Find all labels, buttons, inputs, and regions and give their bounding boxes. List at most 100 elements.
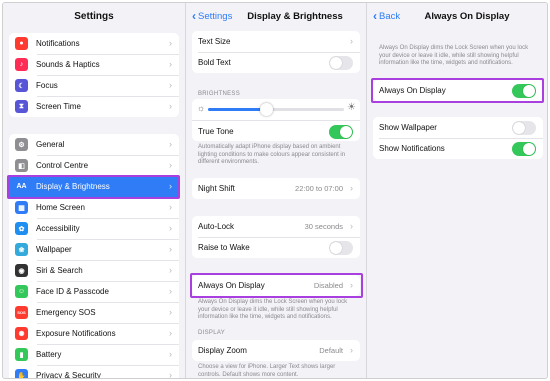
chevron-right-icon: › [350, 183, 353, 193]
always-on-row[interactable]: Always On Display Disabled › [192, 275, 360, 296]
sidebar-title: Settings [74, 11, 114, 22]
sidebar-item-control-centre[interactable]: ◧ Control Centre › [9, 155, 179, 176]
chevron-right-icon: › [350, 221, 353, 231]
display-header: DISPLAY [198, 330, 225, 336]
night-shift-group: Night Shift 22:00 to 07:00 › [192, 178, 360, 199]
aod-toggle-label: Always On Display [379, 86, 446, 95]
sidebar-item-wallpaper[interactable]: ❀ Wallpaper › [9, 239, 179, 260]
sidebar-item-notifications[interactable]: ● Notifications › [9, 33, 179, 54]
moon-icon: ☾ [15, 79, 28, 92]
chevron-left-icon: ‹ [373, 9, 377, 23]
sidebar-item-emergency-sos[interactable]: SOS Emergency SOS › [9, 302, 179, 323]
sidebar-item-label: Wallpaper [36, 245, 72, 254]
display-nav-bar: ‹ Settings Display & Brightness [186, 10, 366, 25]
chevron-right-icon: › [169, 244, 172, 254]
chevron-right-icon: › [169, 286, 172, 296]
sidebar-item-label: Face ID & Passcode [36, 287, 109, 296]
sidebar-item-label: Exposure Notifications [36, 329, 116, 338]
sidebar-item-label: Display & Brightness [36, 182, 110, 191]
aod-nav-bar: ‹ Back Always On Display [367, 9, 547, 25]
chevron-right-icon: › [169, 370, 172, 378]
exposure-icon: ✺ [15, 327, 28, 340]
sidebar-item-exposure-notifications[interactable]: ✺ Exposure Notifications › [9, 323, 179, 344]
night-shift-row[interactable]: Night Shift 22:00 to 07:00 › [192, 178, 360, 199]
auto-lock-value: 30 seconds [304, 222, 343, 231]
sidebar-item-label: Sounds & Haptics [36, 60, 100, 69]
raise-to-wake-row: Raise to Wake [192, 237, 360, 258]
bold-text-row: Bold Text [192, 52, 360, 73]
brightness-slider-row: ☼ ☀ [192, 99, 360, 120]
text-size-row[interactable]: Text Size › [192, 31, 360, 52]
night-shift-value: 22:00 to 07:00 [295, 184, 343, 193]
sidebar-item-home-screen[interactable]: ▦ Home Screen › [9, 197, 179, 218]
chevron-right-icon: › [169, 139, 172, 149]
sidebar-group-top: ● Notifications › ♪ Sounds & Haptics › ☾ Focus ›… [9, 33, 179, 117]
display-zoom-value: Default [319, 346, 343, 355]
true-tone-note: Automatically adapt iPhone display based… [198, 144, 346, 165]
show-wallpaper-row: Show Wallpaper [373, 117, 543, 138]
flower-icon: ❀ [15, 243, 28, 256]
always-on-group: Always On Display Disabled › [192, 275, 360, 296]
chevron-right-icon: › [169, 38, 172, 48]
text-group: Text Size › Bold Text [192, 31, 360, 73]
sidebar-item-general[interactable]: ⚙ General › [9, 134, 179, 155]
gear-icon: ⚙ [15, 138, 28, 151]
sidebar-item-focus[interactable]: ☾ Focus › [9, 75, 179, 96]
accessibility-icon: ✿ [15, 222, 28, 235]
sun-small-icon: ☼ [197, 103, 206, 113]
aod-toggle-row: Always On Display [373, 80, 543, 101]
show-wallpaper-toggle[interactable] [512, 121, 536, 135]
chevron-right-icon: › [169, 101, 172, 111]
sidebar-item-label: Notifications [36, 39, 80, 48]
raise-to-wake-toggle[interactable] [329, 241, 353, 255]
sidebar-item-battery[interactable]: ▮ Battery › [9, 344, 179, 365]
brightness-knob[interactable] [260, 103, 274, 116]
show-notifications-label: Show Notifications [379, 144, 445, 153]
face-id-icon: ☺ [15, 285, 28, 298]
display-zoom-note: Choose a view for iPhone. Larger Text sh… [198, 364, 336, 378]
true-tone-label: True Tone [198, 126, 234, 136]
sidebar-item-face-id-passcode[interactable]: ☺ Face ID & Passcode › [9, 281, 179, 302]
settings-window: Settings ● Notifications › ♪ Sounds & Haptic… [2, 2, 548, 379]
chevron-right-icon: › [169, 223, 172, 233]
aod-intro: Always On Display dims the Lock Screen w… [379, 45, 529, 66]
sidebar-group-main: ⚙ General › ◧ Control Centre › AA Display & Bri… [9, 134, 179, 378]
bold-text-toggle[interactable] [329, 56, 353, 70]
sidebar-item-label: General [36, 140, 65, 149]
bold-text-label: Bold Text [198, 58, 231, 67]
true-tone-toggle[interactable] [329, 125, 353, 139]
show-wallpaper-label: Show Wallpaper [379, 123, 437, 132]
chevron-right-icon: › [169, 349, 172, 359]
sidebar-item-siri-search[interactable]: ◉ Siri & Search › [9, 260, 179, 281]
sidebar-item-label: Control Centre [36, 161, 89, 170]
night-shift-label: Night Shift [198, 184, 235, 193]
display-zoom-row[interactable]: Display Zoom Default › [192, 340, 360, 361]
sidebar-item-sounds-haptics[interactable]: ♪ Sounds & Haptics › [9, 54, 179, 75]
hand-icon: ✋ [15, 369, 28, 378]
lock-group: Auto-Lock 30 seconds › Raise to Wake [192, 216, 360, 258]
auto-lock-label: Auto-Lock [198, 222, 235, 231]
sidebar-item-label: Privacy & Security [36, 371, 101, 378]
auto-lock-row[interactable]: Auto-Lock 30 seconds › [192, 216, 360, 237]
always-on-note: Always On Display dims the Lock Screen w… [198, 299, 348, 320]
sidebar-item-accessibility[interactable]: ✿ Accessibility › [9, 218, 179, 239]
settings-sidebar: Settings ● Notifications › ♪ Sounds & Haptic… [3, 3, 186, 378]
sidebar-item-display-brightness[interactable]: AA Display & Brightness › [9, 176, 179, 197]
siri-icon: ◉ [15, 264, 28, 277]
aa-icon: AA [15, 180, 28, 193]
sidebar-item-label: Screen Time [36, 102, 81, 111]
show-notifications-toggle[interactable] [512, 142, 536, 156]
sos-icon: SOS [15, 306, 28, 319]
chevron-right-icon: › [350, 36, 353, 46]
aod-toggle[interactable] [512, 84, 536, 98]
bell-icon: ● [15, 37, 28, 50]
chevron-right-icon: › [169, 160, 172, 170]
brightness-slider[interactable] [208, 103, 344, 116]
speaker-icon: ♪ [15, 58, 28, 71]
sidebar-item-privacy-security[interactable]: ✋ Privacy & Security › [9, 365, 179, 378]
chevron-right-icon: › [169, 307, 172, 317]
chevron-right-icon: › [169, 80, 172, 90]
sidebar-item-screen-time[interactable]: ⧗ Screen Time › [9, 96, 179, 117]
sidebar-item-label: Accessibility [36, 224, 80, 233]
chevron-right-icon: › [169, 202, 172, 212]
